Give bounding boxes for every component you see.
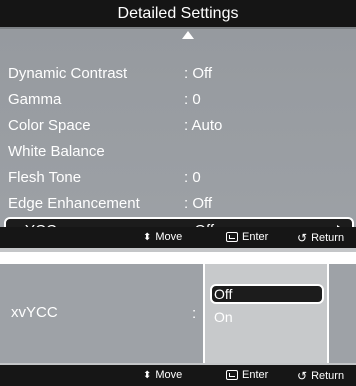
footer-bar-bottom: ⬍ Move Enter ↺ Return bbox=[0, 365, 356, 386]
footer-enter: Enter bbox=[226, 369, 268, 381]
scroll-up-arrow-icon[interactable] bbox=[182, 31, 194, 39]
xvycc-submenu-box: xvYCC : Off On bbox=[0, 264, 356, 363]
menu-item-edge-enhancement[interactable]: Edge Enhancement : Off bbox=[0, 191, 356, 217]
return-icon: ↺ bbox=[297, 369, 308, 383]
footer-move-label: Move bbox=[155, 231, 183, 243]
submenu-label: xvYCC bbox=[11, 304, 58, 321]
return-icon: ↺ bbox=[297, 231, 308, 245]
detailed-settings-panel: Detailed Settings Dynamic Contrast : Off… bbox=[0, 0, 356, 252]
move-icon: ⬍ bbox=[143, 231, 152, 243]
menu-item-dynamic-contrast[interactable]: Dynamic Contrast : Off bbox=[0, 61, 356, 87]
menu-item-label: Gamma bbox=[8, 91, 62, 108]
menu-item-value: : 0 bbox=[184, 169, 201, 186]
enter-icon bbox=[226, 232, 238, 242]
footer-return: ↺ Return bbox=[297, 369, 344, 383]
option-on[interactable]: On bbox=[210, 307, 324, 327]
footer-return-label: Return bbox=[311, 232, 345, 244]
settings-list: Dynamic Contrast : Off Gamma : 0 Color S… bbox=[0, 29, 356, 244]
menu-item-label: Dynamic Contrast bbox=[8, 65, 128, 82]
submenu-colon: : bbox=[192, 305, 197, 322]
move-icon: ⬍ bbox=[143, 369, 152, 381]
page-title: Detailed Settings bbox=[0, 0, 356, 27]
footer-move: ⬍ Move bbox=[143, 369, 182, 381]
xvycc-dropdown[interactable]: Off On bbox=[203, 264, 329, 363]
footer-return-label: Return bbox=[311, 370, 345, 382]
menu-item-label: Flesh Tone bbox=[8, 169, 82, 186]
option-off[interactable]: Off bbox=[210, 284, 324, 304]
footer-bar: ⬍ Move Enter ↺ Return bbox=[0, 227, 356, 248]
menu-item-label: Edge Enhancement bbox=[8, 195, 140, 212]
menu-item-gamma[interactable]: Gamma : 0 bbox=[0, 87, 356, 113]
menu-item-flesh-tone[interactable]: Flesh Tone : 0 bbox=[0, 165, 356, 191]
menu-item-value: : Off bbox=[184, 195, 213, 212]
footer-move-label: Move bbox=[155, 369, 183, 381]
footer-return: ↺ Return bbox=[297, 231, 344, 245]
footer-enter: Enter bbox=[226, 231, 268, 243]
enter-icon bbox=[226, 370, 238, 380]
menu-item-label: White Balance bbox=[8, 143, 105, 160]
menu-item-label: Color Space bbox=[8, 117, 91, 134]
xvycc-submenu-panel: xvYCC : Off On ⬍ Move Enter ↺ Return bbox=[0, 264, 356, 386]
footer-enter-label: Enter bbox=[242, 231, 269, 243]
menu-item-value: : 0 bbox=[184, 91, 201, 108]
option-on-label: On bbox=[214, 309, 233, 325]
menu-item-value: : Auto bbox=[184, 117, 223, 134]
footer-move: ⬍ Move bbox=[143, 231, 182, 243]
menu-item-value: : Off bbox=[184, 65, 213, 82]
menu-item-color-space[interactable]: Color Space : Auto bbox=[0, 113, 356, 139]
option-off-label: Off bbox=[214, 286, 233, 302]
menu-item-white-balance[interactable]: White Balance bbox=[0, 139, 356, 165]
footer-enter-label: Enter bbox=[242, 369, 269, 381]
